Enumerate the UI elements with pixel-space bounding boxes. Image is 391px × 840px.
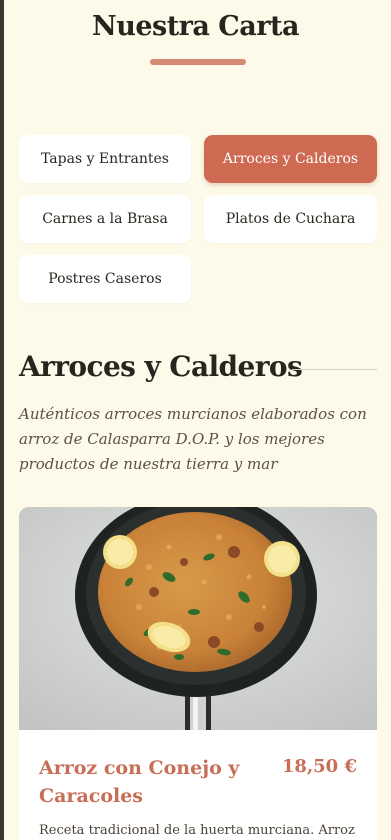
category-arroces-button[interactable]: Arroces y Calderos <box>204 135 377 183</box>
category-cuchara-button[interactable]: Platos de Cuchara <box>204 195 377 243</box>
dish-price: 18,50 € <box>281 756 357 777</box>
section-title: Arroces y Calderos <box>19 350 303 383</box>
category-tapas-button[interactable]: Tapas y Entrantes <box>19 135 191 183</box>
left-edge-border <box>0 0 4 840</box>
paella-pan-image <box>19 507 377 742</box>
category-carnes-button[interactable]: Carnes a la Brasa <box>19 195 191 243</box>
section-description: Auténticos arroces murcianos elaborados … <box>19 405 367 473</box>
page-title: Nuestra Carta <box>92 11 299 42</box>
dish-name: Arroz con Conejo y Caracoles <box>39 757 240 807</box>
dish-card[interactable]: Arroz con Conejo y Caracoles 18,50 € Rec… <box>19 507 377 840</box>
dish-description: Receta tradicional de la huerta murciana… <box>39 823 355 838</box>
section-divider <box>292 369 377 370</box>
category-postres-button[interactable]: Postres Caseros <box>19 255 191 303</box>
title-underline <box>150 59 246 65</box>
